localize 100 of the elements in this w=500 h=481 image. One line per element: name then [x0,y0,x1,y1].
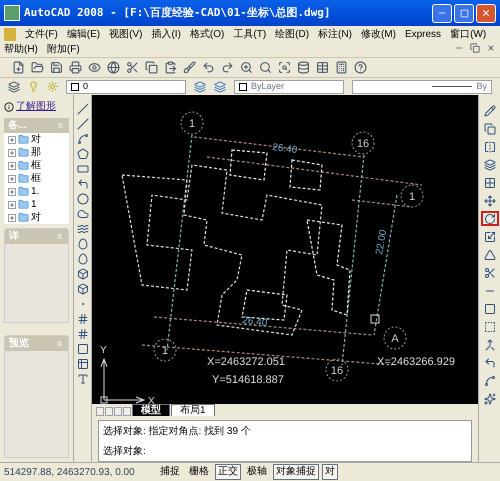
app-icon [4,5,20,21]
axis-label: Y [100,345,107,356]
tree-item[interactable]: 1. [31,186,40,198]
folder-icon [18,186,29,197]
expand-icon[interactable] [8,136,16,144]
menu-item[interactable]: 格式(O) [190,27,224,42]
layout-tab[interactable]: 模型 [132,404,170,416]
menu-item[interactable]: 插入(I) [151,27,181,42]
wave-icon[interactable] [76,223,88,235]
toolbar-icon[interactable] [88,61,101,74]
toolbar-icon[interactable] [12,61,25,74]
layer-dropdown[interactable]: 0 [66,80,186,94]
toolbar-icon[interactable] [183,61,196,74]
menu-item[interactable]: 标注(N) [318,27,352,42]
toolbar-icon[interactable] [221,61,234,74]
expand-icon[interactable] [8,148,16,156]
toolbar-icon[interactable] [50,61,63,74]
polyline-icon[interactable] [76,133,88,145]
maximize-icon [460,8,468,18]
toolbar-icon[interactable] [278,61,291,74]
toolbar-icon[interactable] [240,61,253,74]
close-icon[interactable] [486,43,496,53]
coordinate-text: Y=514618.887 [212,374,284,386]
status-toggle[interactable]: 捕捉 [157,464,183,480]
layout-tab[interactable]: 布局1 [171,404,215,416]
toolbar-icon[interactable] [259,61,272,74]
layers-icon[interactable] [214,80,226,92]
status-toggle[interactable]: 极轴 [244,464,270,480]
hatch-icon[interactable] [76,313,88,325]
close-button[interactable] [476,4,496,22]
maximize-button[interactable] [454,4,474,22]
status-toggle[interactable]: 对 [322,464,338,480]
grid-bubble: A [384,326,406,350]
menu-item[interactable]: 修改(M) [360,27,396,42]
line-icon[interactable] [76,118,88,130]
rotate-icon [484,212,496,224]
document-icon [4,28,16,41]
minimize-button[interactable] [432,4,452,22]
circle-icon[interactable] [76,193,88,205]
cloud-icon[interactable] [76,208,88,220]
menu-item[interactable]: 绘图(D) [275,27,310,42]
status-toggle[interactable]: 正交 [215,464,241,480]
layers-icon[interactable] [8,80,20,92]
hatch-icon[interactable] [76,328,88,340]
expand-icon[interactable] [8,188,16,196]
menu-item[interactable]: 窗口(W) [450,27,486,42]
toolbar-icon[interactable] [202,61,215,74]
linetype-dropdown[interactable]: By [352,80,492,94]
status-toggle[interactable]: 栅格 [186,464,212,480]
table-icon[interactable] [76,358,88,370]
tree-item[interactable]: 对 [31,134,41,146]
block-icon[interactable] [76,283,88,295]
tree-item[interactable]: 那 [31,146,41,158]
line-icon[interactable] [76,103,88,115]
coordinate-text: X=2463266.929 [377,356,455,368]
help-link[interactable]: 了解图形 [16,99,56,114]
status-toggle[interactable]: 对象捕捉 [273,464,319,480]
pick-box [370,314,380,324]
restore-icon[interactable] [470,43,480,53]
info-icon [4,102,14,112]
toolbar-icon[interactable] [126,61,139,74]
expand-icon[interactable] [8,162,16,170]
ucs-icon [100,358,146,404]
menu-item[interactable]: 编辑(E) [66,27,100,42]
toolbar-icon[interactable] [316,61,329,74]
toolbar-icon[interactable] [164,61,177,74]
dimension-text: 26.40 [272,142,298,156]
coordinates-readout: 514297.88, 2463270.93, 0.00 [4,466,136,480]
tree-item[interactable]: 1 [31,198,37,210]
tree-item[interactable]: 框 [31,160,41,172]
toolbar-icon[interactable] [31,61,44,74]
menu-item[interactable]: 工具(T) [233,27,266,42]
grid-bubble: 16 [352,132,374,154]
rectangle-icon[interactable] [76,163,88,175]
toolbar-icon[interactable] [145,61,158,74]
panel-title: 预览 [9,336,29,351]
layers-icon[interactable] [194,80,206,92]
tree-item[interactable]: 对 [31,212,41,224]
menu-item[interactable]: Express [404,27,442,42]
block-icon[interactable] [76,268,88,280]
toolbar-icon[interactable] [297,61,310,74]
menu-item[interactable]: 帮助(H) [4,42,38,57]
toolbar-icon[interactable] [107,61,120,74]
rotate-tool[interactable] [480,211,498,226]
folder-icon [18,212,29,223]
toolbar-icon[interactable] [335,61,348,74]
pentagon-icon[interactable] [76,148,88,160]
color-dropdown[interactable]: ByLayer [234,80,344,94]
toolbar-icon[interactable] [354,61,367,74]
expand-icon[interactable] [8,214,16,222]
menu-item[interactable]: 附加(F) [46,42,80,57]
tree-item[interactable]: 框 [31,172,41,184]
folder-icon [18,160,29,171]
menu-item[interactable]: 视图(V) [109,27,142,42]
menu-item[interactable]: 文件(F) [25,27,58,42]
text-icon[interactable] [76,373,88,385]
toolbar-icon[interactable] [69,61,82,74]
expand-icon[interactable] [8,200,16,208]
expand-icon[interactable] [8,174,16,182]
coordinate-text: X=2463272.051 [207,356,285,368]
